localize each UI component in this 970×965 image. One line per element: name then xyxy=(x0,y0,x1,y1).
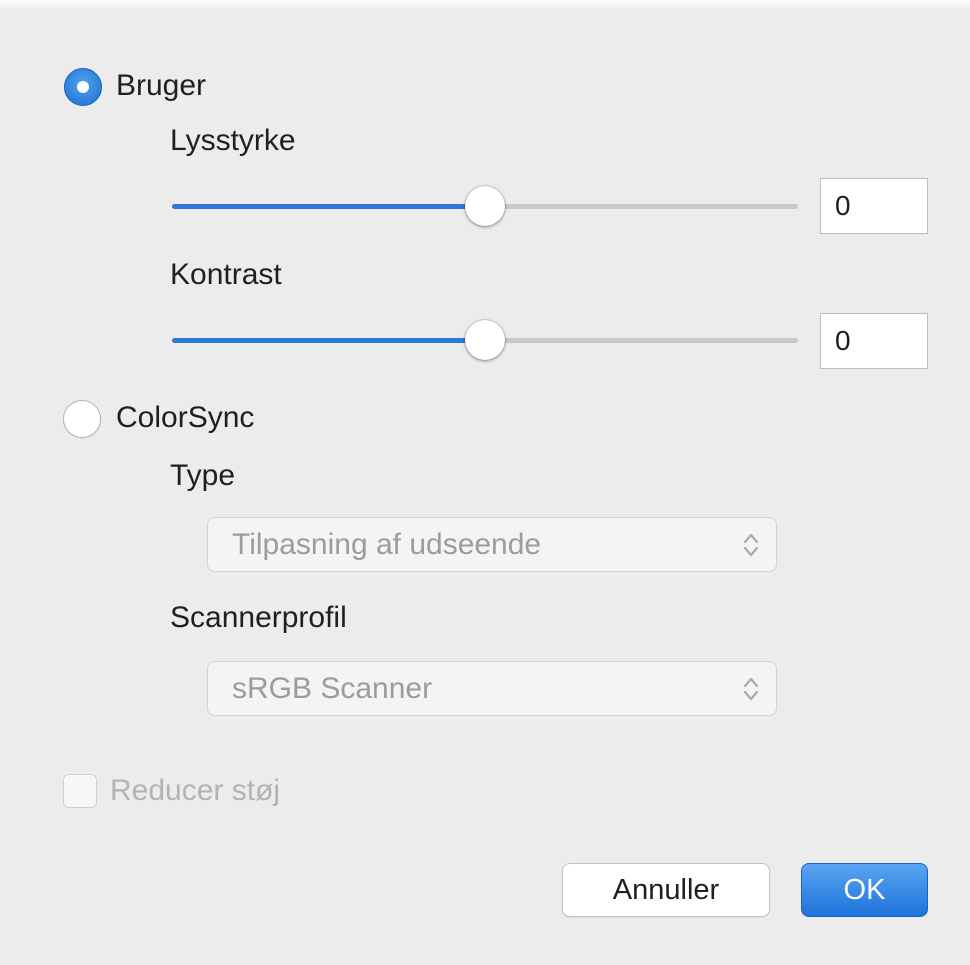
reduce-noise-label[interactable]: Reducer støj xyxy=(110,772,280,810)
radio-selected-dot xyxy=(77,81,89,93)
radio-bruger-label[interactable]: Bruger xyxy=(116,68,206,104)
dialog-top-edge xyxy=(0,0,970,10)
type-label: Type xyxy=(170,459,236,492)
slider-fill xyxy=(172,338,485,343)
scanner-profile-popup-value: sRGB Scanner xyxy=(232,672,433,705)
up-down-chevron-icon xyxy=(743,677,759,701)
ok-button[interactable]: OK xyxy=(801,863,928,917)
slider-knob[interactable] xyxy=(465,320,505,360)
color-settings-dialog: Bruger Lysstyrke 0 Kontrast 0 ColorSync … xyxy=(0,0,970,965)
slider-fill xyxy=(172,204,485,209)
contrast-slider[interactable] xyxy=(172,320,798,360)
contrast-value-field[interactable]: 0 xyxy=(820,313,928,369)
cancel-button[interactable]: Annuller xyxy=(562,863,770,917)
radio-bruger[interactable] xyxy=(64,68,102,106)
type-popup[interactable]: Tilpasning af udseende xyxy=(207,517,777,572)
scanner-profile-label: Scannerprofil xyxy=(170,601,347,634)
type-popup-value: Tilpasning af udseende xyxy=(232,528,542,561)
brightness-value-field[interactable]: 0 xyxy=(820,178,928,234)
reduce-noise-checkbox[interactable] xyxy=(63,774,97,808)
radio-colorsync-label[interactable]: ColorSync xyxy=(116,400,254,436)
up-down-chevron-icon xyxy=(743,533,759,557)
slider-knob[interactable] xyxy=(465,186,505,226)
brightness-slider[interactable] xyxy=(172,186,798,226)
scanner-profile-popup[interactable]: sRGB Scanner xyxy=(207,661,777,716)
contrast-label: Kontrast xyxy=(170,258,282,291)
brightness-label: Lysstyrke xyxy=(170,124,296,157)
radio-colorsync[interactable] xyxy=(63,400,101,438)
